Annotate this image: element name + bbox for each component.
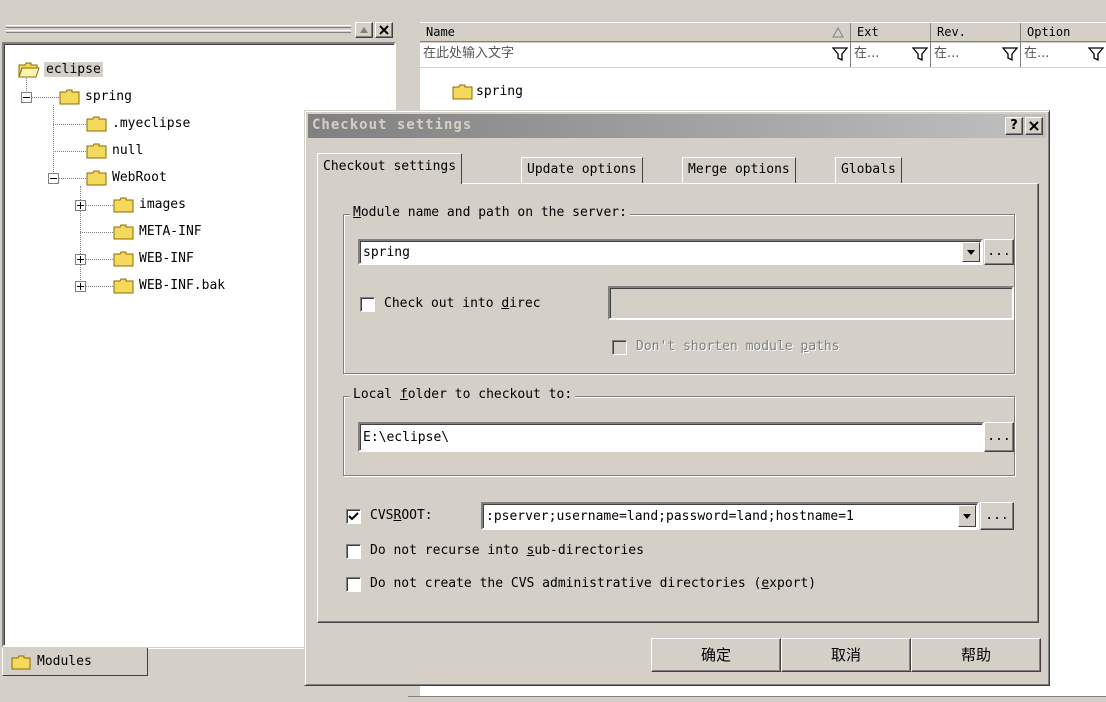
column-header-name[interactable]: Name: [420, 23, 851, 43]
module-dropdown-button[interactable]: [962, 242, 980, 262]
tab-globals[interactable]: Globals: [835, 157, 902, 183]
column-header-option[interactable]: Option: [1021, 23, 1106, 43]
bottom-tab-modules[interactable]: Modules: [2, 648, 148, 676]
close-icon: [1029, 121, 1039, 131]
panel-close-button[interactable]: [375, 22, 393, 38]
folder-open-icon: [18, 62, 40, 78]
tab-strip: Checkout settings Update options Merge o…: [317, 153, 1037, 184]
filter-icon[interactable]: [1088, 46, 1104, 62]
list-item-label: spring: [476, 84, 523, 99]
tree-node-label: null: [112, 143, 144, 158]
sort-ascending-icon: [832, 27, 844, 38]
filter-option-input[interactable]: 在...: [1021, 43, 1106, 67]
filter-icon[interactable]: [1002, 46, 1018, 62]
filter-rev-input[interactable]: 在...: [931, 43, 1021, 67]
tree-connector: [53, 151, 86, 152]
filter-icon[interactable]: [832, 46, 848, 62]
cvsroot-browse-button[interactable]: ...: [980, 502, 1014, 530]
tree-node-label: spring: [85, 89, 132, 104]
close-icon: [379, 25, 389, 35]
local-folder-browse-button[interactable]: ...: [984, 422, 1014, 452]
tree-node-label: META-INF: [139, 224, 202, 239]
module-combo[interactable]: spring: [358, 239, 983, 265]
panel-gripper[interactable]: [6, 24, 351, 34]
module-combo-value: spring: [363, 245, 410, 260]
tree-node-label: images: [139, 197, 186, 212]
chevron-down-icon: [963, 514, 971, 519]
chevron-down-icon: [967, 250, 975, 255]
folder-icon: [59, 89, 80, 105]
tree-node-label: WEB-INF: [139, 251, 194, 266]
tree-node-label: WebRoot: [112, 170, 167, 185]
local-folder-legend: Local folder to checkout to:: [350, 387, 576, 402]
column-header-rev[interactable]: Rev.: [931, 23, 1021, 43]
tree-node-label: .myeclipse: [112, 116, 191, 131]
cvsroot-checkbox[interactable]: [346, 509, 361, 524]
help-question-icon: ?: [1010, 118, 1018, 133]
module-browse-button[interactable]: ...: [984, 239, 1014, 265]
tree-node-label: WEB-INF.bak: [139, 278, 226, 293]
tab-update-options[interactable]: Update options: [521, 157, 643, 183]
folder-icon: [86, 116, 107, 132]
help-button[interactable]: 帮助: [911, 638, 1041, 672]
checkmark-icon: [348, 512, 359, 521]
tree-connector: [80, 232, 113, 233]
filter-ext-input[interactable]: 在...: [851, 43, 931, 67]
bottom-tab-label: Modules: [37, 654, 92, 669]
folder-icon: [113, 278, 134, 294]
checkout-into-dir-input[interactable]: [608, 286, 1014, 320]
folder-icon: [113, 197, 134, 213]
dialog-title: Checkout settings: [312, 117, 473, 133]
folder-icon: [86, 143, 107, 159]
filter-row: 在此处输入文字 在... 在... 在...: [420, 43, 1106, 67]
expand-plus-icon[interactable]: [75, 281, 86, 292]
checkout-settings-dialog: Checkout settings ? Checkout settings Up…: [304, 110, 1050, 686]
column-header-row: Name Ext Rev. Option: [420, 22, 1106, 43]
column-header-ext[interactable]: Ext: [851, 23, 931, 43]
collapse-minus-icon[interactable]: [21, 92, 32, 103]
dialog-title-bar[interactable]: Checkout settings ?: [308, 114, 1046, 138]
ok-button[interactable]: 确定: [651, 638, 781, 672]
checkout-into-dir-label: Check out into direc: [384, 296, 541, 311]
list-item[interactable]: spring: [452, 82, 652, 102]
no-admin-dirs-checkbox[interactable]: [346, 577, 361, 592]
cvsroot-combo-value: :pserver;username=land;password=land;hos…: [486, 509, 854, 524]
folder-icon: [113, 224, 134, 240]
triangle-up-icon: [360, 27, 368, 33]
no-recurse-label: Do not recurse into sub-directories: [370, 543, 644, 558]
folder-icon: [113, 251, 134, 267]
no-admin-dirs-label: Do not create the CVS administrative dir…: [370, 576, 817, 591]
panel-maximize-button[interactable]: [355, 22, 373, 38]
tab-checkout-settings[interactable]: Checkout settings: [317, 153, 463, 184]
close-title-button[interactable]: [1025, 117, 1043, 135]
dont-shorten-paths-label: Don't shorten module paths: [636, 339, 840, 354]
folder-icon: [11, 655, 31, 670]
expand-plus-icon[interactable]: [75, 200, 86, 211]
cvsroot-combo[interactable]: :pserver;username=land;password=land;hos…: [481, 502, 979, 530]
no-recurse-checkbox[interactable]: [346, 544, 361, 559]
collapse-minus-icon[interactable]: [48, 173, 59, 184]
filter-name-input[interactable]: 在此处输入文字: [420, 43, 851, 67]
tab-page: Module name and path on the server: spri…: [317, 183, 1039, 623]
help-title-button[interactable]: ?: [1005, 117, 1023, 135]
tab-merge-options[interactable]: Merge options: [682, 157, 796, 183]
cancel-button[interactable]: 取消: [781, 638, 911, 672]
tree-connector: [53, 105, 54, 178]
cvsroot-label: CVSROOT:: [370, 508, 433, 523]
tree-connector: [53, 124, 86, 125]
local-folder-input[interactable]: E:\eclipse\: [358, 422, 984, 452]
filter-icon[interactable]: [912, 46, 928, 62]
tree-node-label: eclipse: [44, 62, 103, 77]
folder-icon: [452, 84, 473, 100]
folder-icon: [86, 170, 107, 186]
checkout-into-dir-checkbox[interactable]: [360, 297, 375, 312]
cvsroot-dropdown-button[interactable]: [958, 505, 976, 527]
module-group-legend: Module name and path on the server:: [350, 205, 630, 220]
dont-shorten-paths-checkbox[interactable]: [612, 340, 627, 355]
expand-plus-icon[interactable]: [75, 254, 86, 265]
